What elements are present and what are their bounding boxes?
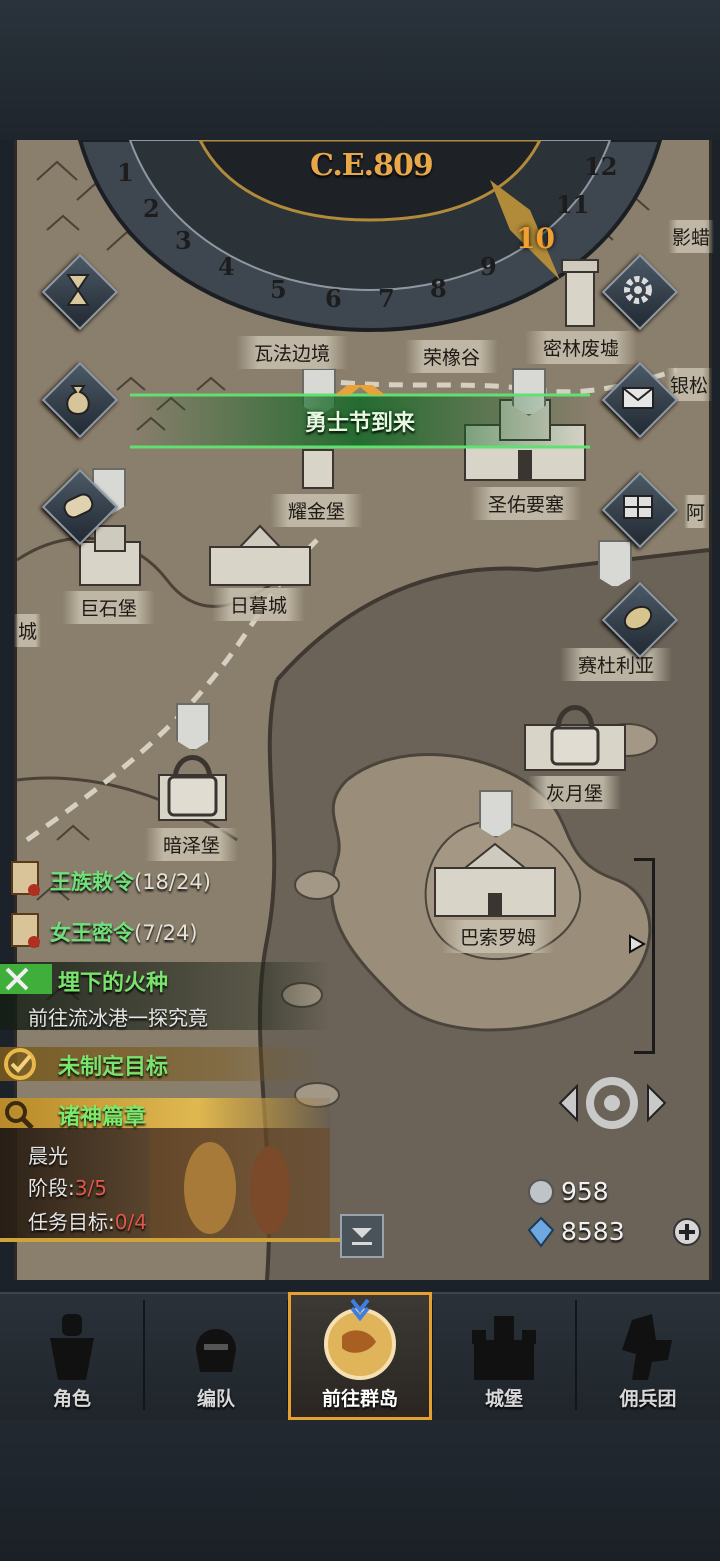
gear-icon [624,276,652,304]
month-3: 3 [175,226,192,255]
quest-royal-decree-title: 王族敕令 [50,870,134,894]
main-quest-title: 埋下的火种 [58,971,169,996]
castle-huiyue-locked[interactable] [520,690,630,775]
locate-button[interactable] [555,1068,670,1138]
label-yaojin[interactable]: 耀金堡 [270,494,364,527]
saga-target: 任务目标:0/4 [28,1206,147,1235]
collapse-icon [352,1228,372,1245]
hourglass-icon [66,274,90,306]
zoom-scale[interactable] [634,858,655,1054]
month-5: 5 [270,275,287,304]
mail-button[interactable] [601,361,679,439]
label-shengyou[interactable]: 圣佑要塞 [470,487,583,520]
month-11: 11 [556,190,590,219]
globe-icon [324,1298,396,1380]
saga-name: 晨光 [28,1144,68,1168]
month-1: 1 [117,158,134,187]
nav-islands-label: 前往群岛 [321,1388,398,1410]
scroll-button[interactable] [41,468,119,546]
nav-islands[interactable]: 前往群岛 [288,1292,432,1420]
nav-role-label: 角色 [52,1388,91,1410]
scroll-quest-icon [11,861,40,896]
coin-icon [623,605,653,631]
board-button[interactable] [601,471,679,549]
castle-basuoluomu[interactable] [430,838,560,918]
label-cheng[interactable]: 城 [14,614,42,647]
hourglass-button[interactable] [41,253,119,331]
saga-target-value: 0/4 [114,1210,147,1234]
month-12: 12 [584,152,618,181]
bag-button[interactable] [41,361,119,439]
label-milin[interactable]: 密林废墟 [525,331,638,364]
silver-amount: 958 [561,1177,609,1206]
nav-formation[interactable]: 编队 [144,1292,288,1420]
label-jushi[interactable]: 巨石堡 [62,591,156,624]
top-band [0,0,720,140]
crystal-amount: 8583 [561,1217,625,1246]
nav-castle-label: 城堡 [484,1388,523,1410]
nav-formation-label: 编队 [196,1388,235,1410]
label-wafa[interactable]: 瓦法边境 [236,336,349,369]
saga-stage-value: 3/5 [74,1176,107,1200]
label-rimu[interactable]: 日暮城 [212,588,306,621]
zoom-pointer-icon[interactable] [628,934,646,954]
coin-button[interactable] [601,581,679,659]
label-huiyue[interactable]: 灰月堡 [528,776,622,809]
scroll-quest-icon [11,913,40,948]
notice-board-icon [623,495,653,519]
quest-royal-decree[interactable]: 王族敕令(18/24) [50,866,211,896]
month-10-current: 10 [516,222,555,255]
mercenary-icon [622,1314,672,1380]
nav-castle[interactable]: 城堡 [432,1292,576,1420]
quest-queen-order[interactable]: 女王密令(7/24) [50,917,198,947]
castle-icon [472,1316,536,1380]
nav-mercenary[interactable]: 佣兵团 [576,1292,720,1420]
month-2: 2 [143,194,160,223]
quest-queen-order-title: 女王密令 [50,921,134,945]
month-7: 7 [378,284,395,313]
quest-queen-order-count: (7/24) [134,921,198,945]
era-label: C.E.809 [310,148,434,183]
label-a[interactable]: 阿 [684,495,708,528]
label-basuoluomu[interactable]: 巴索罗姆 [442,920,555,953]
label-rongxiang[interactable]: 荣橡谷 [405,340,499,373]
scroll-icon [63,493,94,519]
goal-text: 未制定目标 [58,1055,169,1080]
month-9: 9 [480,252,497,281]
envelope-icon [622,387,654,409]
silver-coin-icon [528,1179,554,1205]
month-6: 6 [325,284,342,313]
saga-stage: 阶段:3/5 [28,1172,107,1201]
saga-stage-label: 阶段: [28,1176,75,1200]
knight-icon [50,1314,94,1380]
bottom-band [0,1420,720,1561]
magnifier-icon [5,1101,34,1130]
saga-illustration [150,1128,330,1238]
saga-underline [0,1238,360,1242]
money-bag-icon [66,385,90,416]
crossed-swords-icon [5,967,29,991]
crystal-icon [527,1216,555,1248]
label-anze[interactable]: 暗泽堡 [145,828,239,861]
add-currency-button[interactable] [672,1217,702,1247]
quest-royal-decree-count: (18/24) [134,870,211,894]
saga-target-label: 任务目标: [28,1210,115,1234]
nav-role[interactable]: 角色 [0,1292,144,1420]
label-yingtan[interactable]: 影蜡 [668,220,715,253]
main-quest-desc: 前往流冰港一探究竟 [28,1006,208,1030]
target-check-icon [4,1048,36,1080]
collapse-panel-button[interactable] [340,1214,384,1258]
saga-header [0,1098,330,1128]
helmet-icon [196,1329,236,1372]
month-8: 8 [430,274,447,303]
nav-mercenary-label: 佣兵团 [619,1388,677,1410]
castle-rimu[interactable] [205,522,315,587]
month-4: 4 [218,252,235,281]
settings-button[interactable] [601,253,679,331]
castle-milin[interactable] [560,258,600,328]
saga-title: 诸神篇章 [58,1105,147,1130]
